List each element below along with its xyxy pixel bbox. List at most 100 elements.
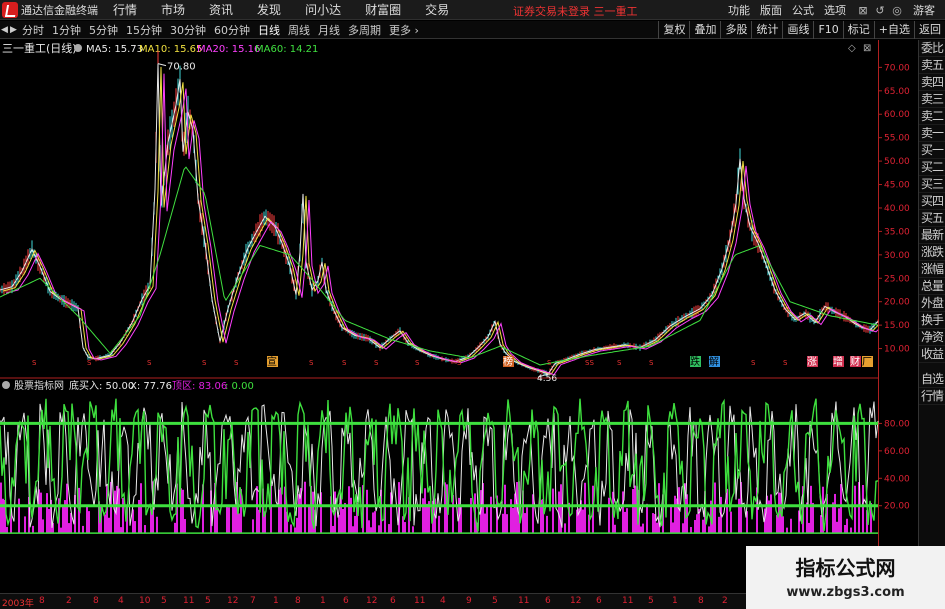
refresh-icon[interactable]: ↺ (873, 4, 887, 17)
f10-button[interactable]: F10 (813, 21, 842, 39)
back-button[interactable]: 返回 (914, 21, 945, 39)
add-watchlist-button[interactable]: +自选 (873, 21, 914, 39)
period-60min[interactable]: 60分钟 (214, 22, 250, 38)
quote-tab[interactable]: 买二 (919, 159, 945, 176)
menu-function[interactable]: 功能 (728, 2, 750, 18)
quote-tab[interactable]: 涨跌 (919, 244, 945, 261)
indicator-settings-icon[interactable] (2, 381, 10, 389)
period-more[interactable]: 更多 › (389, 22, 419, 38)
event-marker[interactable]: S (374, 359, 379, 367)
event-marker[interactable]: 榜 (503, 355, 513, 368)
tab-quotes[interactable]: 行情 (919, 388, 945, 405)
quote-tab[interactable]: 卖一 (919, 125, 945, 142)
period-weekly[interactable]: 周线 (288, 22, 310, 38)
event-marker[interactable]: SS (585, 359, 594, 367)
period-5min[interactable]: 5分钟 (89, 22, 118, 38)
period-30min[interactable]: 30分钟 (170, 22, 206, 38)
event-marker[interactable]: 宣 (267, 355, 277, 368)
indicator-bar (490, 496, 492, 534)
indicator-bar (656, 522, 658, 534)
event-marker[interactable]: S (309, 359, 314, 367)
menu-wealth[interactable]: 财富圈 (365, 1, 401, 18)
stats-button[interactable]: 统计 (751, 21, 782, 39)
event-marker[interactable]: 涨 (807, 356, 817, 368)
quote-tab[interactable]: 涨幅 (919, 261, 945, 278)
time-tick-label: 4 (440, 596, 446, 606)
quote-tab[interactable]: 卖四 (919, 74, 945, 91)
quote-tab[interactable]: 收益 (919, 346, 945, 363)
quote-tab[interactable]: 换手 (919, 312, 945, 329)
event-marker[interactable]: S (87, 359, 92, 367)
menu-options[interactable]: 选项 (824, 2, 846, 18)
quote-tab[interactable]: 买三 (919, 176, 945, 193)
menu-news[interactable]: 资讯 (209, 1, 233, 18)
event-marker[interactable]: S (202, 359, 207, 367)
event-marker[interactable]: S (342, 359, 347, 367)
event-marker[interactable]: S (649, 359, 654, 367)
period-monthly[interactable]: 月线 (318, 22, 340, 38)
quote-tab[interactable]: 买五 (919, 210, 945, 227)
chart-close-icon[interactable]: ⊠ (863, 43, 871, 54)
quote-tab[interactable]: 总量 (919, 278, 945, 295)
diamond-icon[interactable]: ◇ (848, 43, 856, 54)
time-tick-label: 12 (366, 596, 378, 606)
event-marker[interactable]: 厂 (862, 357, 872, 368)
indicator-bar (812, 502, 814, 534)
event-marker[interactable]: S (32, 359, 37, 367)
indicator-bar (24, 516, 26, 534)
multi-stock-button[interactable]: 多股 (720, 21, 751, 39)
quote-tab[interactable]: 卖五 (919, 57, 945, 74)
period-daily[interactable]: 日线 (258, 22, 280, 38)
toolbar-right-arrow-icon[interactable]: ▶ (9, 25, 18, 35)
event-marker[interactable]: 财 (850, 355, 860, 368)
indicator-bar (258, 509, 260, 534)
menu-ask[interactable]: 问小达 (305, 1, 341, 18)
menu-market[interactable]: 市场 (161, 1, 185, 18)
event-marker[interactable]: S (617, 359, 622, 367)
kline-chart[interactable]: 三一重工(日线) MA5: 15.73 MA10: 15.65 MA20: 15… (0, 40, 918, 593)
toolbar-left-arrow-icon[interactable]: ◀ (0, 25, 9, 35)
quote-tab[interactable]: 买一 (919, 142, 945, 159)
menu-discover[interactable]: 发现 (257, 1, 281, 18)
quote-tab[interactable]: 卖二 (919, 108, 945, 125)
event-marker[interactable]: 跌 (690, 355, 700, 368)
quote-tab[interactable]: 卖三 (919, 91, 945, 108)
settings-icon[interactable]: ◎ (890, 4, 904, 17)
event-marker[interactable]: S (415, 359, 420, 367)
menu-quotes[interactable]: 行情 (113, 1, 137, 18)
draw-button[interactable]: 画线 (782, 21, 813, 39)
event-marker[interactable]: 增 (833, 355, 843, 368)
indicator-bar (854, 485, 856, 534)
login-status[interactable]: 证券交易未登录 三一重工 (513, 3, 638, 19)
menu-trade[interactable]: 交易 (425, 1, 449, 18)
period-15min[interactable]: 15分钟 (126, 22, 162, 38)
quote-tab[interactable]: 委比 (919, 40, 945, 57)
period-1min[interactable]: 1分钟 (52, 22, 81, 38)
event-marker[interactable]: S (147, 359, 152, 367)
adjust-button[interactable]: 复权 (658, 21, 689, 39)
period-timeshare[interactable]: 分时 (22, 22, 44, 38)
overlay-button[interactable]: 叠加 (689, 21, 720, 39)
event-marker[interactable]: S (751, 359, 756, 367)
event-marker[interactable]: S (234, 359, 239, 367)
event-marker[interactable]: S (547, 359, 552, 367)
quote-tab[interactable]: 净资 (919, 329, 945, 346)
guest-user[interactable]: 游客 (913, 2, 935, 18)
quote-tab[interactable]: 买四 (919, 193, 945, 210)
tab-watchlist[interactable]: 自选 (919, 371, 945, 388)
quote-tab[interactable]: 外盘 (919, 295, 945, 312)
indicator-bar (844, 525, 846, 534)
event-marker[interactable]: S (783, 359, 788, 367)
restore-icon[interactable]: ⊠ (856, 4, 870, 17)
quote-tab[interactable]: 最新 (919, 227, 945, 244)
event-marker[interactable]: S (457, 359, 462, 367)
mark-button[interactable]: 标记 (842, 21, 874, 39)
indicator-tick-label: 60.00 (884, 447, 910, 457)
indicator-bar (624, 511, 626, 534)
event-marker[interactable]: 解 (709, 355, 719, 368)
period-multi[interactable]: 多周期 (348, 22, 381, 38)
menu-layout[interactable]: 版面 (760, 2, 782, 18)
menu-formula[interactable]: 公式 (792, 2, 814, 18)
chart-settings-icon[interactable] (74, 44, 82, 52)
indicator-bar (66, 483, 68, 534)
